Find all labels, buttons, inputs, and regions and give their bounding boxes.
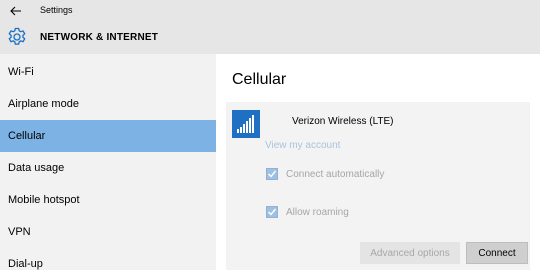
sidebar-item-dial-up[interactable]: Dial-up bbox=[0, 248, 216, 270]
connect-button[interactable]: Connect bbox=[466, 242, 528, 264]
section-title: NETWORK & INTERNET bbox=[40, 32, 159, 43]
title-bar: Settings bbox=[0, 0, 540, 22]
view-account-link[interactable]: View my account bbox=[265, 140, 340, 151]
sidebar-item-mobile-hotspot[interactable]: Mobile hotspot bbox=[0, 184, 216, 216]
checkmark-icon bbox=[268, 170, 277, 178]
page-header: NETWORK & INTERNET bbox=[0, 22, 540, 54]
connect-automatically-label: Connect automatically bbox=[286, 168, 385, 180]
sidebar-item-wifi[interactable]: Wi-Fi bbox=[0, 56, 216, 88]
sidebar-item-vpn[interactable]: VPN bbox=[0, 216, 216, 248]
window-title: Settings bbox=[40, 5, 73, 15]
sidebar: Wi-Fi Airplane mode Cellular Data usage … bbox=[0, 54, 216, 270]
network-card[interactable]: Verizon Wireless (LTE) View my account C… bbox=[226, 102, 530, 270]
allow-roaming-label: Allow roaming bbox=[286, 206, 349, 218]
back-arrow-icon bbox=[10, 6, 21, 16]
network-name: Verizon Wireless (LTE) bbox=[292, 116, 394, 127]
advanced-options-button[interactable]: Advanced options bbox=[360, 242, 460, 264]
connect-automatically-checkbox[interactable] bbox=[266, 168, 278, 180]
allow-roaming-checkbox[interactable] bbox=[266, 206, 278, 218]
checkmark-icon bbox=[268, 208, 277, 216]
sidebar-item-airplane-mode[interactable]: Airplane mode bbox=[0, 88, 216, 120]
connect-automatically-row[interactable]: Connect automatically bbox=[266, 167, 384, 181]
allow-roaming-row[interactable]: Allow roaming bbox=[266, 205, 349, 219]
back-button[interactable] bbox=[4, 0, 28, 22]
signal-bars-icon bbox=[237, 115, 254, 133]
sidebar-item-cellular[interactable]: Cellular bbox=[0, 120, 216, 152]
gear-icon bbox=[8, 27, 26, 45]
network-tile bbox=[232, 110, 260, 138]
main-panel: Cellular Verizon Wireless (LTE) View my … bbox=[216, 54, 540, 270]
sidebar-item-data-usage[interactable]: Data usage bbox=[0, 152, 216, 184]
page-title: Cellular bbox=[232, 71, 287, 88]
